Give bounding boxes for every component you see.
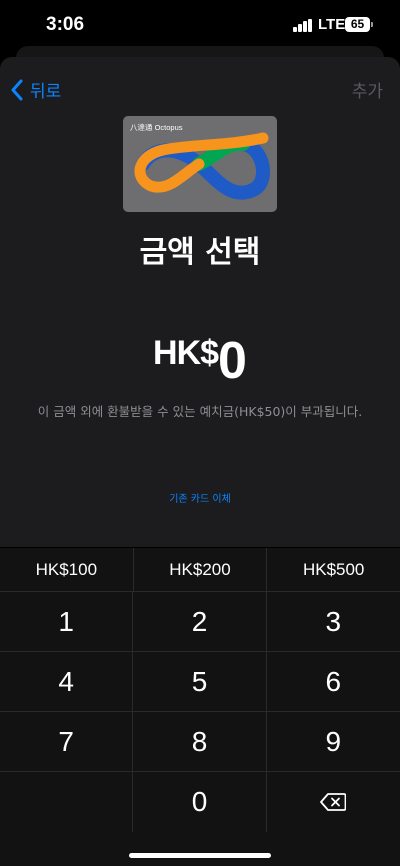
back-button[interactable]: 뒤로: [10, 77, 61, 102]
battery-tip: [371, 22, 373, 27]
back-button-label: 뒤로: [30, 82, 62, 102]
home-indicator: [129, 853, 271, 858]
octopus-card-image: 八達通 Octopus: [123, 116, 277, 212]
deposit-note: 이 금액 외에 환불받을 수 있는 예치금(HK$50)이 부과됩니다.: [37, 404, 363, 419]
amount-value: 0: [218, 332, 247, 390]
key-7[interactable]: 7: [0, 712, 134, 772]
delete-button[interactable]: [267, 772, 400, 832]
preset-button[interactable]: HK$100: [0, 548, 134, 591]
cellular-signal-icon: [293, 19, 313, 32]
card-label: 八達通 Octopus: [130, 123, 183, 132]
amount-currency: HK$: [153, 334, 219, 372]
status-time: 3:06: [46, 14, 85, 35]
key-5[interactable]: 5: [133, 652, 267, 712]
key-blank: [0, 772, 134, 832]
add-value-sheet: 뒤로 추가 八達通 Octopus 금액 선택 HK$0 이 금액 외에 환불받…: [0, 57, 400, 547]
key-0[interactable]: 0: [133, 772, 267, 832]
preset-amounts: HK$100 HK$200 HK$500: [0, 548, 400, 592]
key-4[interactable]: 4: [0, 652, 134, 712]
network-type: LTE: [318, 16, 346, 33]
add-button[interactable]: 추가: [352, 77, 383, 102]
key-6[interactable]: 6: [266, 652, 400, 712]
page-title: 금액 선택: [139, 235, 261, 270]
preset-button[interactable]: HK$200: [134, 548, 268, 591]
key-1[interactable]: 1: [0, 592, 134, 652]
status-bar: 3:06 LTE 65: [0, 0, 400, 50]
delete-icon: [320, 793, 347, 811]
amount-display: HK$0: [0, 331, 400, 391]
preset-button[interactable]: HK$500: [267, 548, 400, 591]
transfer-existing-card-link[interactable]: 기존 카드 이체: [0, 490, 400, 505]
keypad: HK$100 HK$200 HK$500 1 2 3 4 5 6 7 8 9 0: [0, 548, 400, 866]
key-9[interactable]: 9: [266, 712, 400, 772]
key-2[interactable]: 2: [133, 592, 267, 652]
key-3[interactable]: 3: [266, 592, 400, 652]
key-8[interactable]: 8: [133, 712, 267, 772]
chevron-left-icon: [11, 79, 23, 100]
battery-icon: 65: [345, 17, 370, 32]
number-keys: 1 2 3 4 5 6 7 8 9 0: [0, 592, 400, 832]
